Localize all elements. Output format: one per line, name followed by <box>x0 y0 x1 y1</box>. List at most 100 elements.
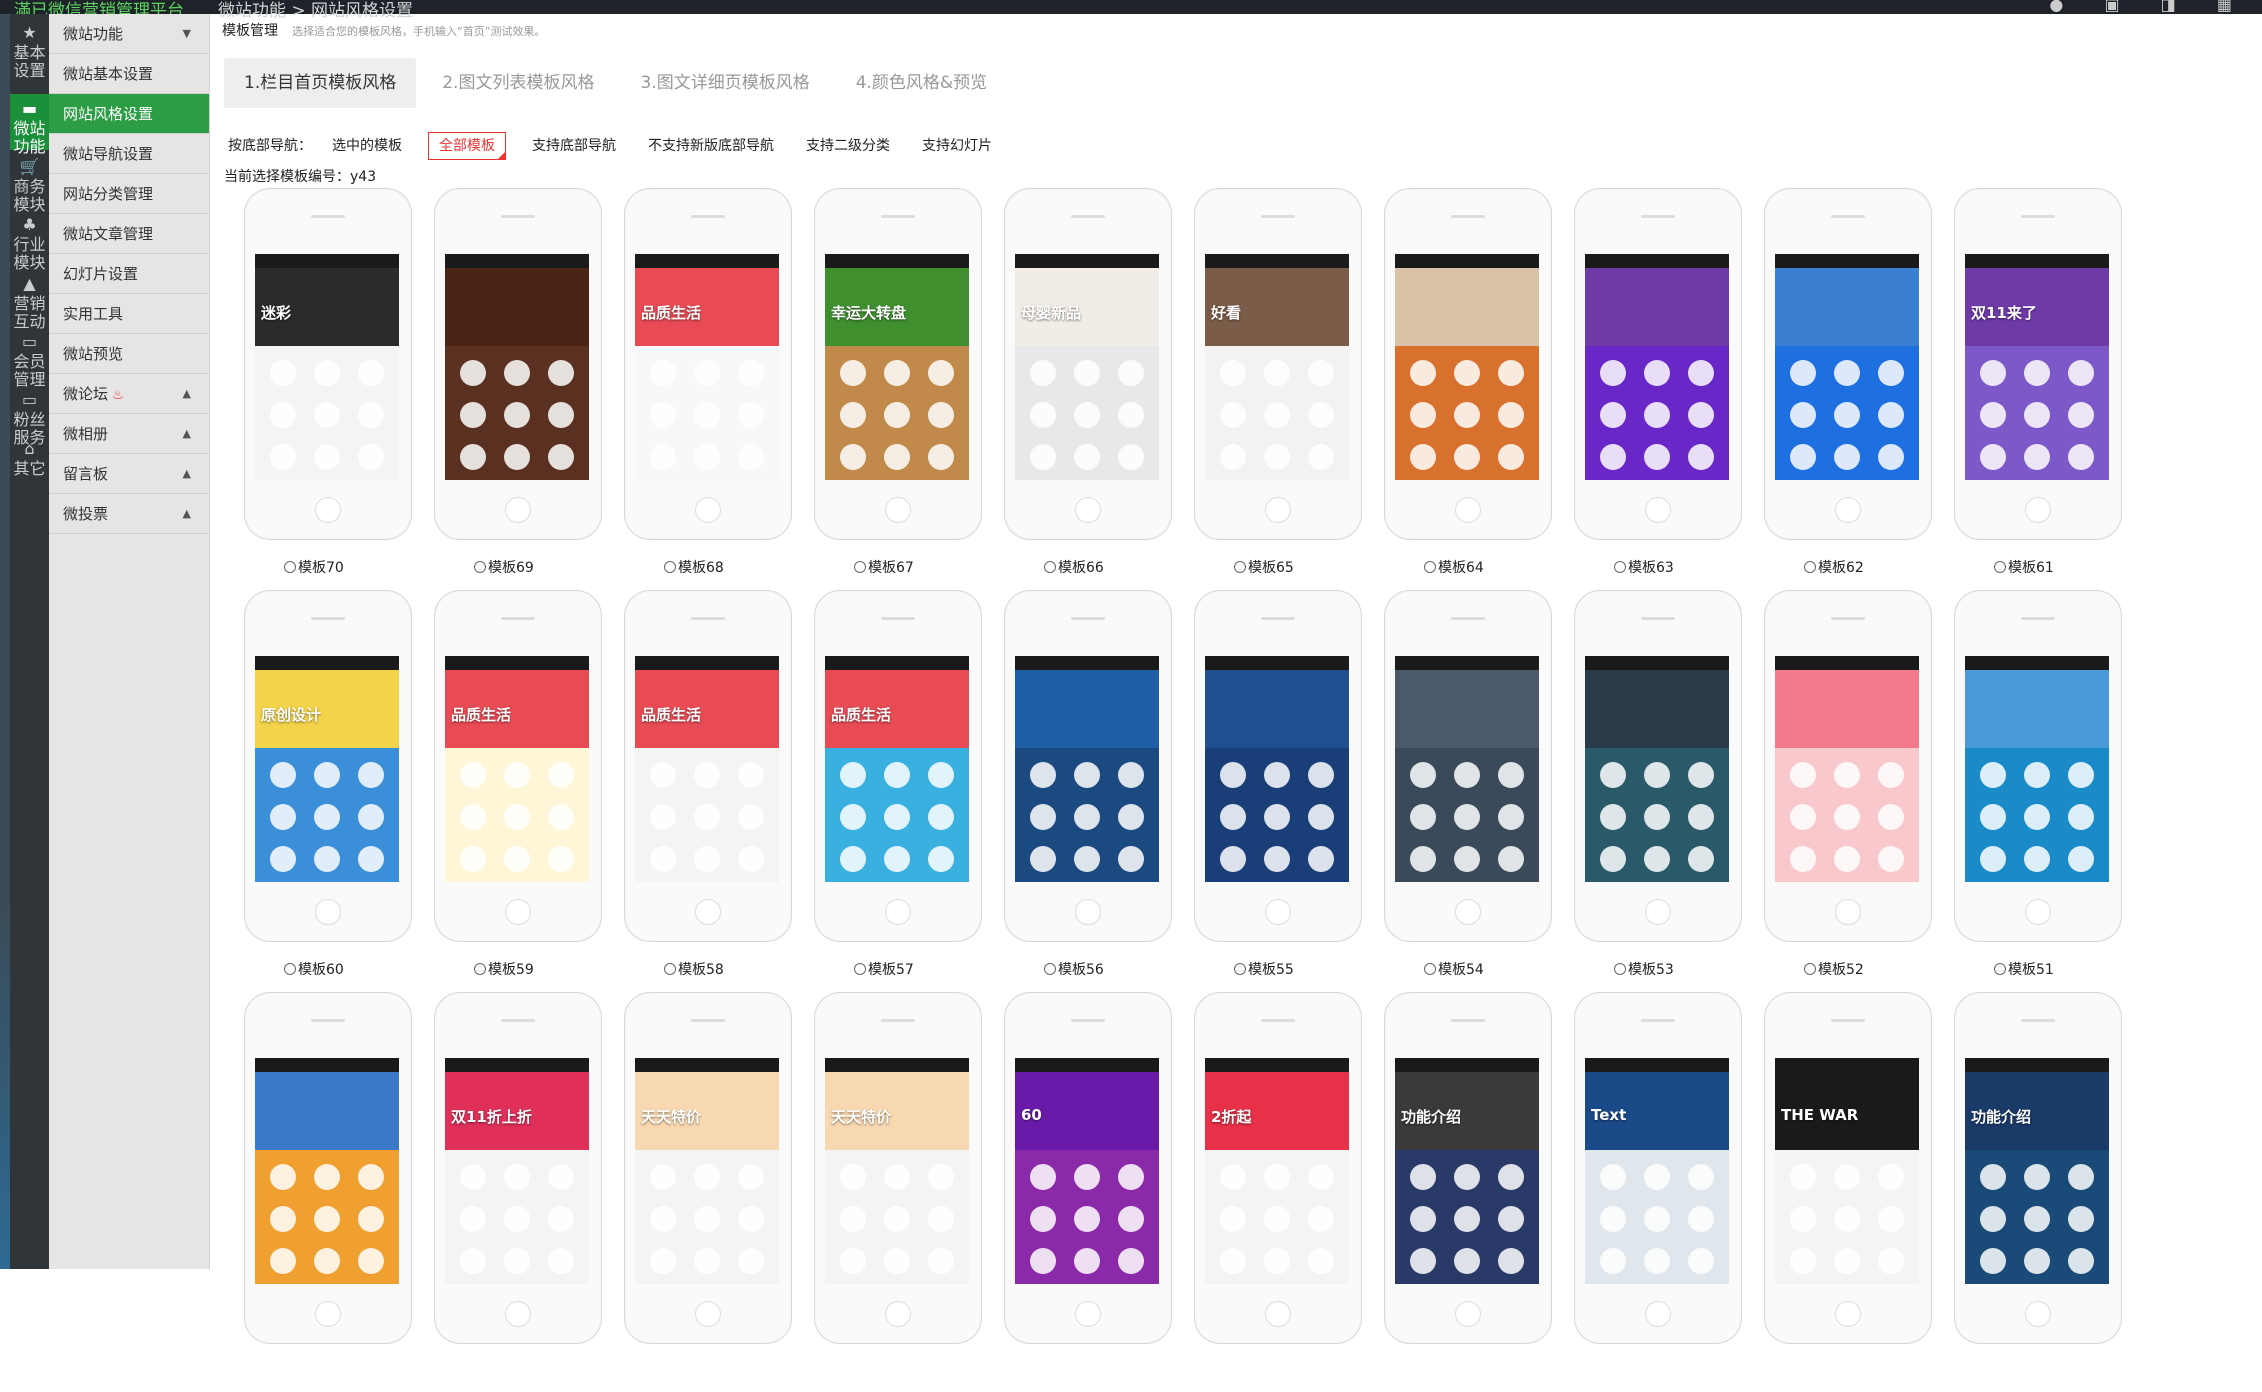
iconbar-item-4[interactable]: ▲ 营销互动 <box>10 269 49 331</box>
chevron-up-icon[interactable]: ▲ <box>183 454 191 494</box>
template-card[interactable]: THE WAR <box>1762 992 1952 1392</box>
template-preview[interactable]: 母婴新品 <box>1015 254 1159 480</box>
template-preview[interactable]: 双11来了 <box>1965 254 2109 480</box>
radio-circle-icon[interactable] <box>854 963 866 975</box>
template-card[interactable]: 模板56 <box>1002 590 1192 990</box>
menu-item-2[interactable]: 网站风格设置 <box>49 94 209 134</box>
template-card[interactable]: 母婴新品模板66 <box>1002 188 1192 588</box>
template-preview[interactable]: THE WAR <box>1775 1058 1919 1284</box>
template-preview[interactable] <box>255 1058 399 1284</box>
template-radio[interactable]: 模板69 <box>474 557 534 577</box>
template-card[interactable]: 品质生活模板57 <box>812 590 1002 990</box>
template-radio[interactable]: 模板58 <box>664 959 724 979</box>
iconbar-item-0[interactable]: ★ 基本设置 <box>10 18 49 80</box>
iconbar-item-1[interactable]: ▬ 微站功能 <box>10 94 49 156</box>
template-radio[interactable]: 模板53 <box>1614 959 1674 979</box>
template-radio[interactable]: 模板68 <box>664 557 724 577</box>
template-preview[interactable]: 原创设计 <box>255 656 399 882</box>
iconbar-item-6[interactable]: ▭ 粉丝服务 <box>10 385 49 447</box>
chevron-down-icon[interactable]: ▼ <box>183 14 191 54</box>
template-preview[interactable]: 幸运大转盘 <box>825 254 969 480</box>
template-card[interactable]: 模板52 <box>1762 590 1952 990</box>
radio-circle-icon[interactable] <box>1424 963 1436 975</box>
template-preview[interactable]: 天天特价 <box>825 1058 969 1284</box>
template-preview[interactable] <box>1585 656 1729 882</box>
filter-option-2[interactable]: 支持底部导航 <box>526 133 622 159</box>
menu-item-12[interactable]: 微投票 ▲ <box>49 494 209 534</box>
menu-item-8[interactable]: 微站预览 <box>49 334 209 374</box>
template-card[interactable] <box>242 992 432 1392</box>
template-preview[interactable] <box>1395 254 1539 480</box>
template-radio[interactable]: 模板59 <box>474 959 534 979</box>
radio-circle-icon[interactable] <box>1804 963 1816 975</box>
template-card[interactable]: 品质生活模板68 <box>622 188 812 588</box>
radio-circle-icon[interactable] <box>1044 963 1056 975</box>
template-card[interactable]: 模板54 <box>1382 590 1572 990</box>
template-card[interactable]: 模板62 <box>1762 188 1952 588</box>
template-radio[interactable]: 模板51 <box>1994 959 2054 979</box>
radio-circle-icon[interactable] <box>1994 963 2006 975</box>
template-preview[interactable]: 60 <box>1015 1058 1159 1284</box>
radio-circle-icon[interactable] <box>1804 561 1816 573</box>
tab-2[interactable]: 2.图文列表模板风格 <box>422 58 614 108</box>
template-radio[interactable]: 模板64 <box>1424 557 1484 577</box>
template-preview[interactable]: 迷彩 <box>255 254 399 480</box>
iconbar-item-3[interactable]: ♣ 行业模块 <box>10 210 49 272</box>
template-radio[interactable]: 模板67 <box>854 557 914 577</box>
iconbar-item-5[interactable]: ▭ 会员管理 <box>10 327 49 389</box>
template-radio[interactable]: 模板66 <box>1044 557 1104 577</box>
radio-circle-icon[interactable] <box>1614 561 1626 573</box>
template-card[interactable]: 品质生活模板58 <box>622 590 812 990</box>
template-card[interactable]: 功能介绍 <box>1382 992 1572 1392</box>
menu-item-10[interactable]: 微相册 ▲ <box>49 414 209 454</box>
template-radio[interactable]: 模板55 <box>1234 959 1294 979</box>
template-card[interactable]: 迷彩 模板70 <box>242 188 432 588</box>
menu-item-3[interactable]: 微站导航设置 <box>49 134 209 174</box>
radio-circle-icon[interactable] <box>1234 561 1246 573</box>
template-card[interactable]: 60 <box>1002 992 1192 1392</box>
menu-item-11[interactable]: 留言板 ▲ <box>49 454 209 494</box>
template-card[interactable]: 模板63 <box>1572 188 1762 588</box>
template-preview[interactable] <box>1965 656 2109 882</box>
tab-1[interactable]: 1.栏目首页模板风格 <box>224 58 417 108</box>
radio-circle-icon[interactable] <box>664 561 676 573</box>
chevron-up-icon[interactable]: ▲ <box>183 374 191 414</box>
menu-item-5[interactable]: 微站文章管理 <box>49 214 209 254</box>
template-card[interactable]: 好看 模板65 <box>1192 188 1382 588</box>
template-card[interactable]: 双11来了 模板61 <box>1952 188 2142 588</box>
iconbar-item-7[interactable]: ⌂ 其它 <box>10 434 49 488</box>
template-card[interactable]: 天天特价 <box>812 992 1002 1392</box>
template-preview[interactable]: 功能介绍 <box>1965 1058 2109 1284</box>
template-card[interactable]: 原创设计模板60 <box>242 590 432 990</box>
chevron-up-icon[interactable]: ▲ <box>183 414 191 454</box>
filter-option-3[interactable]: 不支持新版底部导航 <box>642 133 780 159</box>
template-preview[interactable] <box>445 254 589 480</box>
template-card[interactable]: 功能介绍 <box>1952 992 2142 1392</box>
template-preview[interactable]: 双11折上折 <box>445 1058 589 1284</box>
template-radio[interactable]: 模板63 <box>1614 557 1674 577</box>
radio-circle-icon[interactable] <box>284 963 296 975</box>
template-radio[interactable]: 模板65 <box>1234 557 1294 577</box>
template-preview[interactable] <box>1395 656 1539 882</box>
filter-option-1[interactable]: 全部模板 <box>428 132 506 160</box>
template-card[interactable]: 模板55 <box>1192 590 1382 990</box>
filter-option-4[interactable]: 支持二级分类 <box>800 133 896 159</box>
chevron-up-icon[interactable]: ▲ <box>183 494 191 534</box>
template-radio[interactable]: 模板57 <box>854 959 914 979</box>
template-preview[interactable] <box>1015 656 1159 882</box>
template-radio[interactable]: 模板60 <box>284 959 344 979</box>
template-preview[interactable]: 品质生活 <box>635 254 779 480</box>
top-right-icons[interactable]: ● ▣ ◨ ▦ <box>2049 0 2250 14</box>
template-card[interactable]: 双11折上折 <box>432 992 622 1392</box>
template-card[interactable]: 模板51 <box>1952 590 2142 990</box>
radio-circle-icon[interactable] <box>1424 561 1436 573</box>
radio-circle-icon[interactable] <box>1614 963 1626 975</box>
template-card[interactable]: 模板69 <box>432 188 622 588</box>
template-preview[interactable]: Text <box>1585 1058 1729 1284</box>
template-card[interactable]: 2折起 <box>1192 992 1382 1392</box>
template-preview[interactable] <box>1585 254 1729 480</box>
template-preview[interactable]: 品质生活 <box>635 656 779 882</box>
template-card[interactable]: 模板64 <box>1382 188 1572 588</box>
radio-circle-icon[interactable] <box>1234 963 1246 975</box>
template-preview[interactable]: 品质生活 <box>825 656 969 882</box>
